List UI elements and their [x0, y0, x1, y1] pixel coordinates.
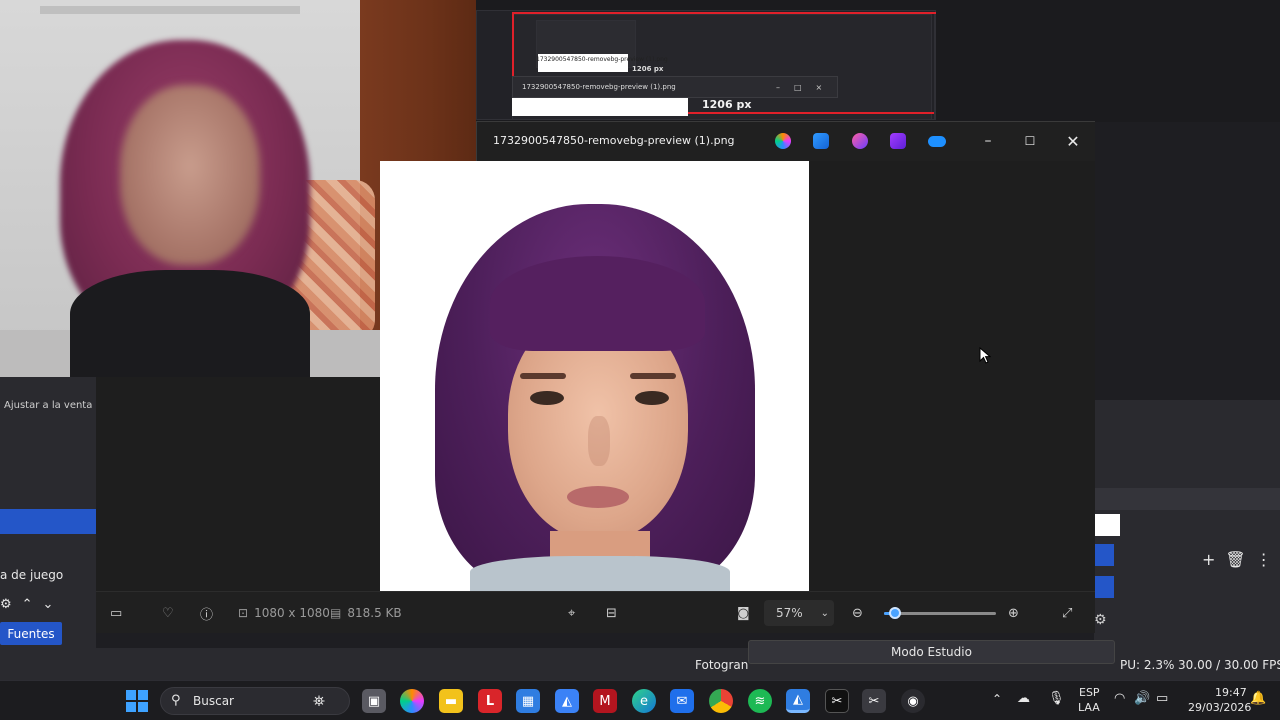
chevron-down-icon: ⌄: [820, 607, 830, 619]
right-row: [1094, 488, 1280, 510]
file-explorer-icon[interactable]: ▬: [439, 689, 463, 713]
add-remove-controls[interactable]: +🗑⋮: [1202, 550, 1280, 569]
search-highlight-icon: ⛯: [313, 692, 326, 710]
text-scan-icon[interactable]: ⊟: [606, 603, 617, 623]
right-white-row: [1094, 514, 1120, 536]
minimize-icon[interactable]: –: [974, 130, 1002, 152]
window-title: 1732900547850-removebg-preview (1).png: [493, 134, 735, 147]
image-dimensions: ⊡ 1080 x 1080: [238, 606, 330, 620]
visual-search-icon[interactable]: ⌖: [568, 603, 575, 623]
chrome-icon[interactable]: [709, 689, 733, 713]
notifications-icon[interactable]: 🔔: [1250, 691, 1266, 706]
wifi-icon[interactable]: ◠: [1114, 691, 1125, 706]
onedrive-tray-icon[interactable]: ☁: [1017, 691, 1030, 706]
store-icon[interactable]: ▦: [516, 689, 540, 713]
fps-readout: 30.00 / 30.00 FPS: [1178, 658, 1280, 672]
nested-window-controls: –□×: [776, 83, 837, 92]
fullscreen-icon[interactable]: ⤢: [1062, 603, 1072, 623]
edit-image-icon[interactable]: [813, 133, 829, 149]
cpu-usage: PU: 2.3%: [1120, 658, 1175, 672]
photos-titlebar[interactable]: 1732900547850-removebg-preview (1).png –…: [476, 121, 1095, 161]
disk-icon: ▤: [330, 606, 342, 620]
search-icon: ⚲: [171, 693, 181, 708]
obs-icon[interactable]: ◉: [901, 689, 925, 713]
snipping-tool-icon[interactable]: ✂: [862, 689, 886, 713]
game-capture-label[interactable]: a de juego: [0, 568, 63, 582]
dimensions-icon: ⊡: [238, 606, 249, 620]
info-icon[interactable]: ⓘ: [200, 603, 213, 623]
capcut-icon[interactable]: ✂: [825, 689, 849, 713]
mouse-cursor-icon: [979, 347, 991, 364]
nested-edge: [934, 14, 936, 120]
filmstrip-icon[interactable]: ▭: [110, 603, 122, 623]
mcafee-icon[interactable]: M: [593, 689, 617, 713]
nested-px-large: 1206 px: [702, 98, 752, 111]
copilot-taskbar-icon[interactable]: [400, 689, 424, 713]
zoom-slider-thumb[interactable]: [889, 607, 902, 619]
app-l-icon[interactable]: L: [478, 689, 502, 713]
right-blue-row[interactable]: [1094, 544, 1114, 566]
snapshot-icon[interactable]: ◙: [737, 603, 750, 623]
settings-gear-icon[interactable]: ⚙: [1094, 612, 1107, 628]
microphone-icon[interactable]: 🎙: [1048, 691, 1065, 706]
file-size: ▤ 818.5 KB: [330, 606, 402, 620]
zoom-slider[interactable]: [884, 607, 996, 619]
volume-icon[interactable]: 🔊: [1134, 691, 1150, 706]
taskbar: ⚲ Buscar ⛯ ▣ ▬ L ▦ ◭ M e ✉ ≋ ◭ ✂ ✂ ◉ ⌃ ☁…: [0, 680, 1280, 720]
search-label: Buscar: [193, 694, 234, 708]
clock-time[interactable]: 19:47: [1215, 686, 1247, 699]
zoom-dropdown[interactable]: 57% ⌄: [764, 600, 834, 626]
webcam-person: [60, 40, 310, 377]
zoom-in-icon[interactable]: ⊕: [1008, 603, 1019, 623]
outlook-icon[interactable]: ✉: [670, 689, 694, 713]
scene-controls[interactable]: ⚙⌃⌄: [0, 597, 63, 612]
tab-fuentes[interactable]: Fuentes: [0, 622, 62, 645]
clipchamp-icon[interactable]: [890, 133, 906, 149]
portrait-photo: [380, 161, 809, 591]
language-top[interactable]: ESP: [1079, 686, 1100, 699]
photos-app-icon[interactable]: ◭: [555, 689, 579, 713]
nested-screen-capture: 1732900547850-removebg-preview (1).png 1…: [476, 0, 1280, 122]
start-windows-icon[interactable]: [125, 689, 149, 713]
language-bottom[interactable]: LAA: [1078, 701, 1100, 714]
favorite-icon[interactable]: ♡: [162, 603, 174, 623]
red-outline: [512, 12, 936, 14]
photos-active-icon[interactable]: ◭: [786, 689, 810, 713]
nested-photo: [512, 98, 688, 116]
close-icon[interactable]: ✕: [1059, 130, 1087, 152]
nested-title: 1732900547850-removebg-preview (1).png: [522, 83, 676, 91]
edge-icon[interactable]: e: [632, 689, 656, 713]
fit-window-label[interactable]: Ajustar a la venta: [4, 400, 92, 411]
designer-icon[interactable]: [852, 133, 868, 149]
photos-toolbar: ▭ ♡ ⓘ ⊡ 1080 x 1080 ▤ 818.5 KB ⌖ ⊟ ◙ 57% ⌄…: [96, 591, 1095, 633]
clock-date[interactable]: 29/03/2026: [1188, 701, 1251, 714]
nested-title-small: 1732900547850-removebg-preview (1).png: [536, 56, 668, 63]
fotogram-label: Fotogran: [695, 658, 749, 672]
zoom-out-icon[interactable]: ⊖: [852, 603, 863, 623]
spotify-icon[interactable]: ≋: [748, 689, 772, 713]
task-view-icon[interactable]: ▣: [362, 689, 386, 713]
copilot-icon[interactable]: [775, 133, 791, 149]
selected-scene-row[interactable]: [0, 509, 96, 534]
right-blue-row[interactable]: [1094, 576, 1114, 598]
onedrive-icon[interactable]: [928, 136, 946, 147]
obs-right-panel: +🗑⋮ ⚙: [1094, 400, 1280, 648]
maximize-icon[interactable]: ☐: [1016, 130, 1044, 152]
battery-icon[interactable]: ▭: [1156, 691, 1168, 706]
taskbar-search[interactable]: ⚲ Buscar ⛯: [160, 687, 350, 715]
zoom-level: 57%: [776, 606, 803, 620]
tray-chevron-up-icon[interactable]: ⌃: [992, 692, 1002, 706]
nested-px-small: 1206 px: [632, 65, 664, 73]
studio-mode-button[interactable]: Modo Estudio: [748, 640, 1115, 664]
